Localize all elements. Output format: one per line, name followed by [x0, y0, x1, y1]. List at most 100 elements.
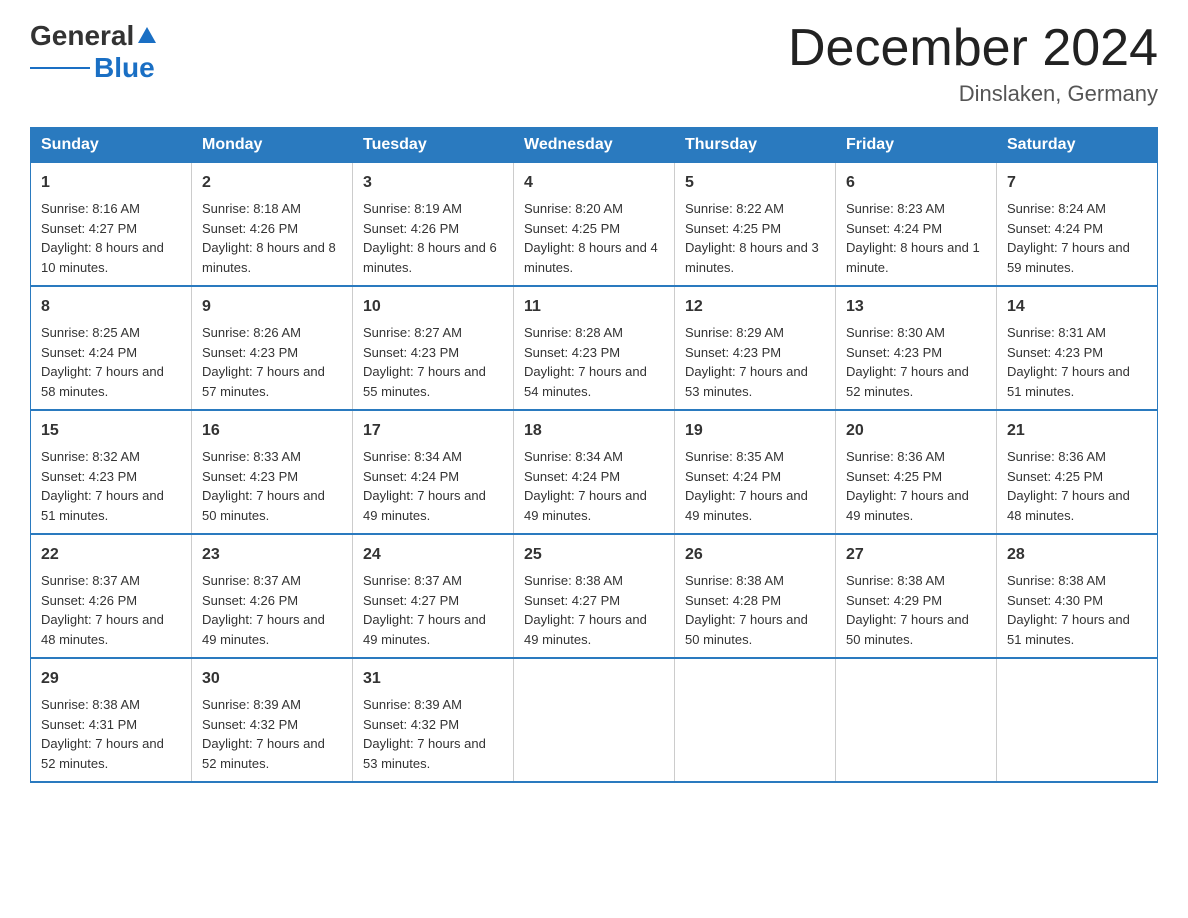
- calendar-cell: 4 Sunrise: 8:20 AMSunset: 4:25 PMDaylight…: [514, 163, 675, 287]
- calendar-cell: [836, 658, 997, 782]
- day-number: 22: [41, 543, 181, 567]
- day-number: 27: [846, 543, 986, 567]
- sunrise-info: Sunrise: 8:18 AMSunset: 4:26 PMDaylight:…: [202, 201, 336, 275]
- day-number: 18: [524, 419, 664, 443]
- day-number: 24: [363, 543, 503, 567]
- day-number: 9: [202, 295, 342, 319]
- calendar-week-row: 1 Sunrise: 8:16 AMSunset: 4:27 PMDaylight…: [31, 163, 1158, 287]
- sunrise-info: Sunrise: 8:34 AMSunset: 4:24 PMDaylight:…: [524, 449, 647, 523]
- day-number: 8: [41, 295, 181, 319]
- day-number: 13: [846, 295, 986, 319]
- calendar-cell: 2 Sunrise: 8:18 AMSunset: 4:26 PMDaylight…: [192, 163, 353, 287]
- sunrise-info: Sunrise: 8:37 AMSunset: 4:26 PMDaylight:…: [41, 573, 164, 647]
- calendar-cell: [997, 658, 1158, 782]
- day-number: 21: [1007, 419, 1147, 443]
- sunrise-info: Sunrise: 8:24 AMSunset: 4:24 PMDaylight:…: [1007, 201, 1130, 275]
- calendar-cell: 23 Sunrise: 8:37 AMSunset: 4:26 PMDayligh…: [192, 534, 353, 658]
- col-thursday: Thursday: [675, 128, 836, 163]
- logo-general-text: General: [30, 20, 134, 52]
- calendar-cell: 8 Sunrise: 8:25 AMSunset: 4:24 PMDaylight…: [31, 286, 192, 410]
- day-number: 11: [524, 295, 664, 319]
- day-number: 10: [363, 295, 503, 319]
- day-number: 29: [41, 667, 181, 691]
- sunrise-info: Sunrise: 8:36 AMSunset: 4:25 PMDaylight:…: [846, 449, 969, 523]
- calendar-cell: 21 Sunrise: 8:36 AMSunset: 4:25 PMDayligh…: [997, 410, 1158, 534]
- sunrise-info: Sunrise: 8:38 AMSunset: 4:28 PMDaylight:…: [685, 573, 808, 647]
- day-number: 28: [1007, 543, 1147, 567]
- day-number: 16: [202, 419, 342, 443]
- sunrise-info: Sunrise: 8:38 AMSunset: 4:31 PMDaylight:…: [41, 697, 164, 771]
- calendar-table: Sunday Monday Tuesday Wednesday Thursday…: [30, 127, 1158, 783]
- sunrise-info: Sunrise: 8:34 AMSunset: 4:24 PMDaylight:…: [363, 449, 486, 523]
- day-number: 2: [202, 171, 342, 195]
- calendar-cell: 7 Sunrise: 8:24 AMSunset: 4:24 PMDaylight…: [997, 163, 1158, 287]
- calendar-cell: 30 Sunrise: 8:39 AMSunset: 4:32 PMDayligh…: [192, 658, 353, 782]
- day-number: 19: [685, 419, 825, 443]
- sunrise-info: Sunrise: 8:37 AMSunset: 4:26 PMDaylight:…: [202, 573, 325, 647]
- calendar-cell: 22 Sunrise: 8:37 AMSunset: 4:26 PMDayligh…: [31, 534, 192, 658]
- calendar-cell: 28 Sunrise: 8:38 AMSunset: 4:30 PMDayligh…: [997, 534, 1158, 658]
- calendar-cell: 3Sunrise: 8:19 AMSunset: 4:26 PMDaylight…: [353, 163, 514, 287]
- day-number: 26: [685, 543, 825, 567]
- col-sunday: Sunday: [31, 128, 192, 163]
- calendar-cell: 9 Sunrise: 8:26 AMSunset: 4:23 PMDaylight…: [192, 286, 353, 410]
- calendar-cell: 31 Sunrise: 8:39 AMSunset: 4:32 PMDayligh…: [353, 658, 514, 782]
- calendar-cell: 17Sunrise: 8:34 AMSunset: 4:24 PMDayligh…: [353, 410, 514, 534]
- calendar-cell: 26 Sunrise: 8:38 AMSunset: 4:28 PMDayligh…: [675, 534, 836, 658]
- calendar-cell: 24Sunrise: 8:37 AMSunset: 4:27 PMDayligh…: [353, 534, 514, 658]
- calendar-week-row: 22 Sunrise: 8:37 AMSunset: 4:26 PMDayligh…: [31, 534, 1158, 658]
- calendar-cell: 20 Sunrise: 8:36 AMSunset: 4:25 PMDayligh…: [836, 410, 997, 534]
- calendar-cell: 14 Sunrise: 8:31 AMSunset: 4:23 PMDayligh…: [997, 286, 1158, 410]
- col-monday: Monday: [192, 128, 353, 163]
- calendar-cell: 12 Sunrise: 8:29 AMSunset: 4:23 PMDayligh…: [675, 286, 836, 410]
- day-number: 1: [41, 171, 181, 195]
- day-number: 4: [524, 171, 664, 195]
- calendar-cell: 13Sunrise: 8:30 AMSunset: 4:23 PMDayligh…: [836, 286, 997, 410]
- title-block: December 2024 Dinslaken, Germany: [788, 20, 1158, 107]
- page-subtitle: Dinslaken, Germany: [788, 81, 1158, 107]
- sunrise-info: Sunrise: 8:36 AMSunset: 4:25 PMDaylight:…: [1007, 449, 1130, 523]
- sunrise-info: Sunrise: 8:22 AMSunset: 4:25 PMDaylight:…: [685, 201, 819, 275]
- calendar-cell: 29 Sunrise: 8:38 AMSunset: 4:31 PMDayligh…: [31, 658, 192, 782]
- day-number: 23: [202, 543, 342, 567]
- day-number: 12: [685, 295, 825, 319]
- sunrise-info: Sunrise: 8:39 AMSunset: 4:32 PMDaylight:…: [363, 697, 486, 771]
- day-number: 14: [1007, 295, 1147, 319]
- calendar-cell: 11 Sunrise: 8:28 AMSunset: 4:23 PMDayligh…: [514, 286, 675, 410]
- calendar-cell: 10 Sunrise: 8:27 AMSunset: 4:23 PMDayligh…: [353, 286, 514, 410]
- calendar-cell: 16 Sunrise: 8:33 AMSunset: 4:23 PMDayligh…: [192, 410, 353, 534]
- page-title: December 2024: [788, 20, 1158, 77]
- logo: General Blue: [30, 20, 159, 84]
- sunrise-info: Sunrise: 8:20 AMSunset: 4:25 PMDaylight:…: [524, 201, 658, 275]
- calendar-cell: 19Sunrise: 8:35 AMSunset: 4:24 PMDayligh…: [675, 410, 836, 534]
- calendar-week-row: 29 Sunrise: 8:38 AMSunset: 4:31 PMDayligh…: [31, 658, 1158, 782]
- day-number: 31: [363, 667, 503, 691]
- day-number: 20: [846, 419, 986, 443]
- sunrise-info: Sunrise: 8:29 AMSunset: 4:23 PMDaylight:…: [685, 325, 808, 399]
- calendar-cell: 27Sunrise: 8:38 AMSunset: 4:29 PMDayligh…: [836, 534, 997, 658]
- col-friday: Friday: [836, 128, 997, 163]
- logo-line: [30, 67, 90, 69]
- sunrise-info: Sunrise: 8:31 AMSunset: 4:23 PMDaylight:…: [1007, 325, 1130, 399]
- day-number: 15: [41, 419, 181, 443]
- calendar-week-row: 15Sunrise: 8:32 AMSunset: 4:23 PMDayligh…: [31, 410, 1158, 534]
- day-number: 7: [1007, 171, 1147, 195]
- sunrise-info: Sunrise: 8:25 AMSunset: 4:24 PMDaylight:…: [41, 325, 164, 399]
- calendar-cell: 6 Sunrise: 8:23 AMSunset: 4:24 PMDaylight…: [836, 163, 997, 287]
- logo-blue-text: Blue: [94, 52, 155, 84]
- calendar-week-row: 8 Sunrise: 8:25 AMSunset: 4:24 PMDaylight…: [31, 286, 1158, 410]
- sunrise-info: Sunrise: 8:28 AMSunset: 4:23 PMDaylight:…: [524, 325, 647, 399]
- sunrise-info: Sunrise: 8:23 AMSunset: 4:24 PMDaylight:…: [846, 201, 980, 275]
- day-number: 25: [524, 543, 664, 567]
- sunrise-info: Sunrise: 8:39 AMSunset: 4:32 PMDaylight:…: [202, 697, 325, 771]
- sunrise-info: Sunrise: 8:26 AMSunset: 4:23 PMDaylight:…: [202, 325, 325, 399]
- sunrise-info: Sunrise: 8:27 AMSunset: 4:23 PMDaylight:…: [363, 325, 486, 399]
- sunrise-info: Sunrise: 8:38 AMSunset: 4:30 PMDaylight:…: [1007, 573, 1130, 647]
- day-number: 6: [846, 171, 986, 195]
- day-number: 30: [202, 667, 342, 691]
- calendar-cell: 5Sunrise: 8:22 AMSunset: 4:25 PMDaylight…: [675, 163, 836, 287]
- calendar-header-row: Sunday Monday Tuesday Wednesday Thursday…: [31, 128, 1158, 163]
- sunrise-info: Sunrise: 8:16 AMSunset: 4:27 PMDaylight:…: [41, 201, 164, 275]
- calendar-cell: [675, 658, 836, 782]
- sunrise-info: Sunrise: 8:33 AMSunset: 4:23 PMDaylight:…: [202, 449, 325, 523]
